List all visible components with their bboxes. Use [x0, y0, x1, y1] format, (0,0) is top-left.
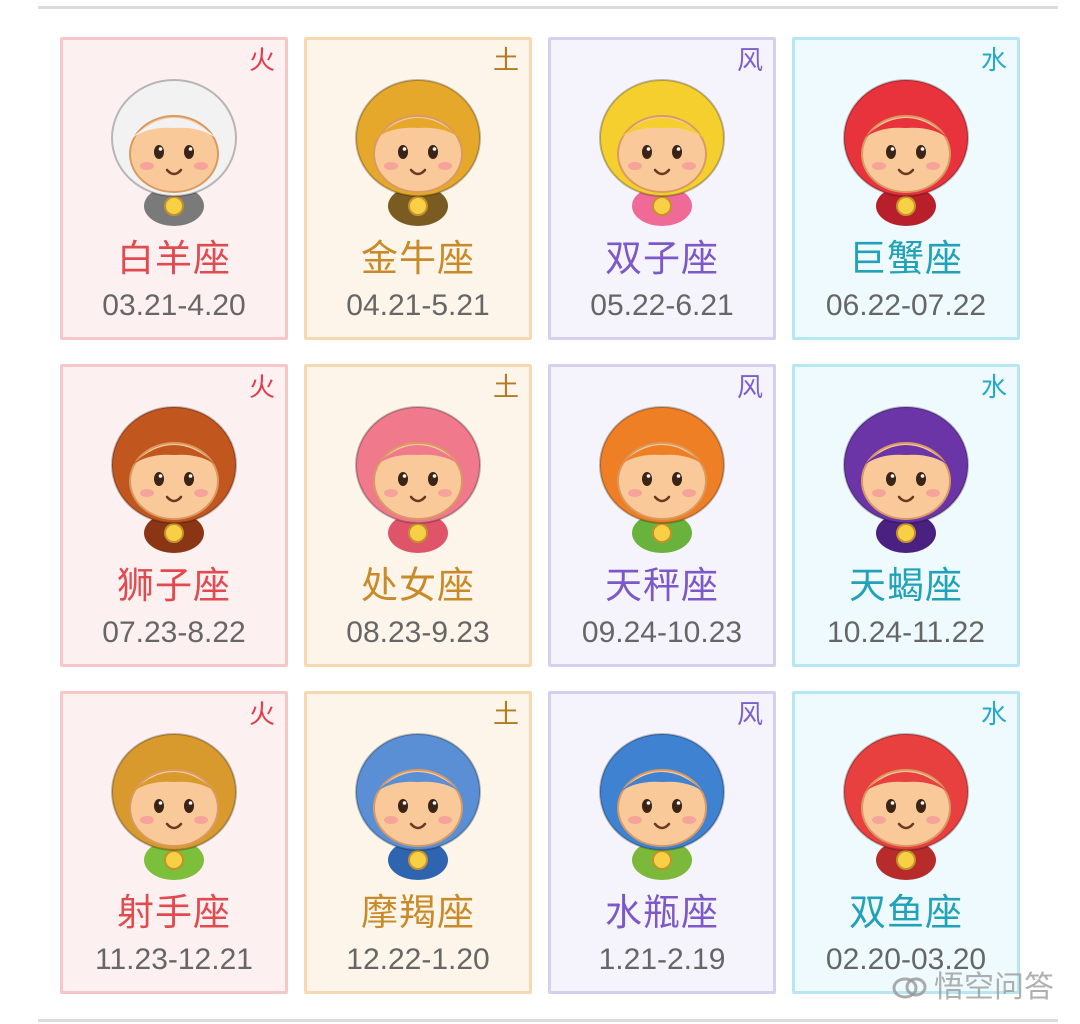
element-label: 水: [980, 46, 1007, 76]
zodiac-date-range: 04.21-5.21: [346, 289, 490, 322]
zodiac-date-range: 11.23-12.21: [95, 943, 253, 976]
zodiac-date-range: 09.24-10.23: [581, 616, 743, 649]
zodiac-name: 处女座: [361, 564, 475, 607]
zodiac-grid: 火白羊座 03.21-4.20 土金牛座 04.21-5.21 风双子座 05.22-6.…: [60, 37, 1020, 994]
element-label: 土: [492, 700, 519, 730]
zodiac-name: 狮子座: [117, 564, 231, 607]
zodiac-character-icon: [843, 406, 969, 553]
zodiac-card[interactable]: 水双鱼座 02.20-03.20: [792, 691, 1020, 994]
wukong-logo-icon: [892, 977, 927, 999]
zodiac-card[interactable]: 水天蝎座 10.24-11.22: [792, 364, 1020, 667]
element-label: 土: [492, 46, 519, 76]
zodiac-character-icon: [599, 406, 725, 553]
zodiac-character-icon: [843, 79, 969, 226]
zodiac-character-icon: [111, 79, 237, 226]
zodiac-name: 水瓶座: [605, 891, 719, 934]
zodiac-character-icon: [599, 733, 725, 880]
zodiac-card[interactable]: 火射手座 11.23-12.21: [60, 691, 288, 994]
watermark: 悟空问答: [892, 970, 1054, 1006]
zodiac-name: 双子座: [605, 237, 719, 280]
zodiac-name: 巨蟹座: [849, 237, 963, 280]
zodiac-name: 摩羯座: [361, 891, 475, 934]
zodiac-card[interactable]: 土金牛座 04.21-5.21: [304, 37, 532, 340]
page: 火白羊座 03.21-4.20 土金牛座 04.21-5.21 风双子座 05.22-6.…: [0, 0, 1080, 1024]
zodiac-character-icon: [355, 406, 481, 553]
zodiac-card[interactable]: 土摩羯座 12.22-1.20: [304, 691, 532, 994]
element-label: 风: [736, 46, 763, 76]
zodiac-date-range: 10.24-11.22: [827, 616, 985, 649]
zodiac-character-icon: [843, 733, 969, 880]
zodiac-date-range: 07.23-8.22: [102, 616, 246, 649]
element-label: 风: [736, 700, 763, 730]
zodiac-card[interactable]: 火狮子座 07.23-8.22: [60, 364, 288, 667]
zodiac-date-range: 12.22-1.20: [346, 943, 490, 976]
element-label: 土: [492, 373, 519, 403]
zodiac-card[interactable]: 风水瓶座 1.21-2.19: [548, 691, 776, 994]
zodiac-name: 天秤座: [605, 564, 719, 607]
element-label: 火: [248, 46, 275, 76]
zodiac-name: 双鱼座: [849, 891, 963, 934]
zodiac-card[interactable]: 火白羊座 03.21-4.20: [60, 37, 288, 340]
zodiac-character-icon: [599, 79, 725, 226]
zodiac-character-icon: [355, 733, 481, 880]
element-label: 水: [980, 373, 1007, 403]
zodiac-name: 金牛座: [361, 237, 475, 280]
element-label: 火: [248, 700, 275, 730]
zodiac-character-icon: [355, 79, 481, 226]
zodiac-date-range: 1.21-2.19: [598, 943, 726, 976]
zodiac-character-icon: [111, 406, 237, 553]
top-divider: [38, 6, 1058, 9]
zodiac-name: 白羊座: [117, 237, 231, 280]
element-label: 风: [736, 373, 763, 403]
zodiac-card[interactable]: 水巨蟹座 06.22-07.22: [792, 37, 1020, 340]
zodiac-name: 射手座: [117, 891, 231, 934]
zodiac-character-icon: [111, 733, 237, 880]
zodiac-name: 天蝎座: [849, 564, 963, 607]
zodiac-card[interactable]: 风天秤座 09.24-10.23: [548, 364, 776, 667]
zodiac-date-range: 05.22-6.21: [590, 289, 734, 322]
zodiac-card[interactable]: 风双子座 05.22-6.21: [548, 37, 776, 340]
element-label: 水: [980, 700, 1007, 730]
element-label: 火: [248, 373, 275, 403]
watermark-text: 悟空问答: [934, 970, 1054, 1005]
zodiac-card[interactable]: 土处女座 08.23-9.23: [304, 364, 532, 667]
zodiac-date-range: 03.21-4.20: [102, 289, 246, 322]
zodiac-date-range: 06.22-07.22: [825, 289, 987, 322]
zodiac-date-range: 08.23-9.23: [346, 616, 490, 649]
bottom-divider: [38, 1019, 1058, 1022]
